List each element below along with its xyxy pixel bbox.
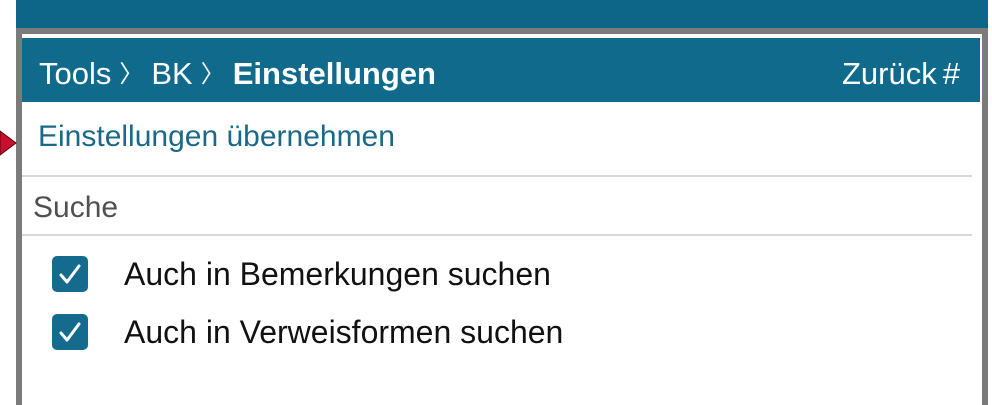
checkmark-icon bbox=[59, 322, 81, 342]
page: Tools 〉 BK 〉 Einstellungen Zurück # Einstellu… bbox=[0, 0, 992, 405]
back-label: Zurück bbox=[842, 56, 937, 91]
settings-panel: Tools 〉 BK 〉 Einstellungen Zurück # Einstellu… bbox=[22, 34, 982, 405]
chevron-right-icon: 〉 bbox=[200, 61, 225, 88]
breadcrumb: Tools 〉 BK 〉 Einstellungen bbox=[39, 56, 436, 95]
breadcrumb-item-current: Einstellungen bbox=[232, 56, 436, 91]
pointer-arrow-icon bbox=[0, 130, 17, 156]
chevron-right-icon: 〉 bbox=[119, 61, 144, 88]
shortcut-hint: # bbox=[942, 56, 960, 91]
section-divider bbox=[22, 234, 972, 236]
panel-header: Tools 〉 BK 〉 Einstellungen Zurück # bbox=[22, 38, 980, 102]
option-label: Auch in Bemerkungen suchen bbox=[124, 256, 551, 292]
reference-forms-checkbox[interactable] bbox=[52, 314, 88, 350]
option-search-reference-forms[interactable]: Auch in Verweisformen suchen bbox=[52, 310, 952, 354]
checkmark-icon bbox=[59, 264, 81, 284]
breadcrumb-item-tools[interactable]: Tools bbox=[39, 56, 111, 91]
apply-row: Einstellungen übernehmen bbox=[22, 109, 972, 177]
option-search-remarks[interactable]: Auch in Bemerkungen suchen bbox=[52, 252, 952, 296]
back-link[interactable]: Zurück # bbox=[842, 56, 960, 92]
breadcrumb-item-bk[interactable]: BK bbox=[151, 56, 192, 91]
option-label: Auch in Verweisformen suchen bbox=[124, 314, 564, 350]
section-title-search: Suche bbox=[33, 191, 119, 224]
apply-settings-link[interactable]: Einstellungen übernehmen bbox=[38, 119, 395, 155]
top-strip bbox=[16, 0, 988, 28]
remarks-checkbox[interactable] bbox=[52, 256, 88, 292]
